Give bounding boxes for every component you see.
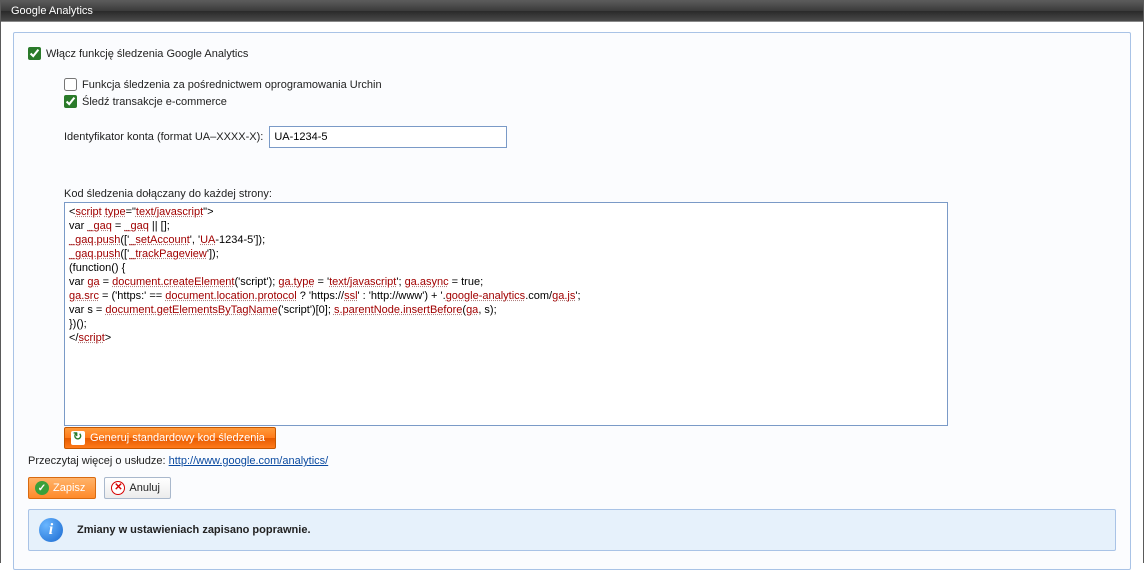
cancel-label: Anuluj xyxy=(129,482,160,494)
tracking-code-label: Kod śledzenia dołączany do każdej strony… xyxy=(64,188,1116,200)
info-icon: i xyxy=(39,518,63,542)
ecommerce-label: Śledź transakcje e-commerce xyxy=(82,96,227,108)
save-button[interactable]: ✓ Zapisz xyxy=(28,477,96,499)
action-row: ✓ Zapisz ✕ Anuluj xyxy=(28,477,1116,499)
generate-code-label: Generuj standardowy kod śledzenia xyxy=(90,432,265,444)
tracking-code-content: <script type="text/javascript"> var _gaq… xyxy=(65,203,947,347)
account-id-label: Identyfikator konta (format UA–XXXX-X): xyxy=(64,131,263,143)
urchin-checkbox[interactable] xyxy=(64,78,77,91)
check-icon: ✓ xyxy=(35,481,49,495)
enable-tracking-checkbox[interactable] xyxy=(28,47,41,60)
ecommerce-checkbox[interactable] xyxy=(64,95,77,108)
tracking-code-textarea[interactable]: <script type="text/javascript"> var _gaq… xyxy=(64,202,948,426)
ecommerce-row[interactable]: Śledź transakcje e-commerce xyxy=(64,95,1116,108)
status-message: Zmiany w ustawieniach zapisano poprawnie… xyxy=(77,524,311,536)
urchin-row[interactable]: Funkcja śledzenia za pośrednictwem oprog… xyxy=(64,78,1116,91)
readmore-prefix: Przeczytaj więcej o usłudze: xyxy=(28,455,169,467)
urchin-label: Funkcja śledzenia za pośrednictwem oprog… xyxy=(82,79,382,91)
refresh-icon xyxy=(71,431,85,445)
window: Google Analytics Włącz funkcję śledzenia… xyxy=(0,0,1144,563)
readmore-link[interactable]: http://www.google.com/analytics/ xyxy=(169,455,329,467)
enable-tracking-label: Włącz funkcję śledzenia Google Analytics xyxy=(46,48,248,60)
window-title: Google Analytics xyxy=(11,5,93,17)
status-bar: i Zmiany w ustawieniach zapisano poprawn… xyxy=(28,509,1116,551)
account-id-row: Identyfikator konta (format UA–XXXX-X): xyxy=(64,126,1116,148)
readmore-row: Przeczytaj więcej o usłudze: http://www.… xyxy=(28,455,1116,467)
cancel-button[interactable]: ✕ Anuluj xyxy=(104,477,171,499)
close-icon: ✕ xyxy=(111,481,125,495)
tracking-code-section: Kod śledzenia dołączany do każdej strony… xyxy=(64,188,1116,426)
account-id-input[interactable] xyxy=(269,126,507,148)
settings-panel: Włącz funkcję śledzenia Google Analytics… xyxy=(13,32,1131,570)
content: Włącz funkcję śledzenia Google Analytics… xyxy=(1,22,1143,580)
generate-code-button[interactable]: Generuj standardowy kod śledzenia xyxy=(64,427,276,449)
enable-tracking-row[interactable]: Włącz funkcję śledzenia Google Analytics xyxy=(28,47,1116,60)
window-titlebar: Google Analytics xyxy=(1,1,1143,22)
save-label: Zapisz xyxy=(53,482,85,494)
